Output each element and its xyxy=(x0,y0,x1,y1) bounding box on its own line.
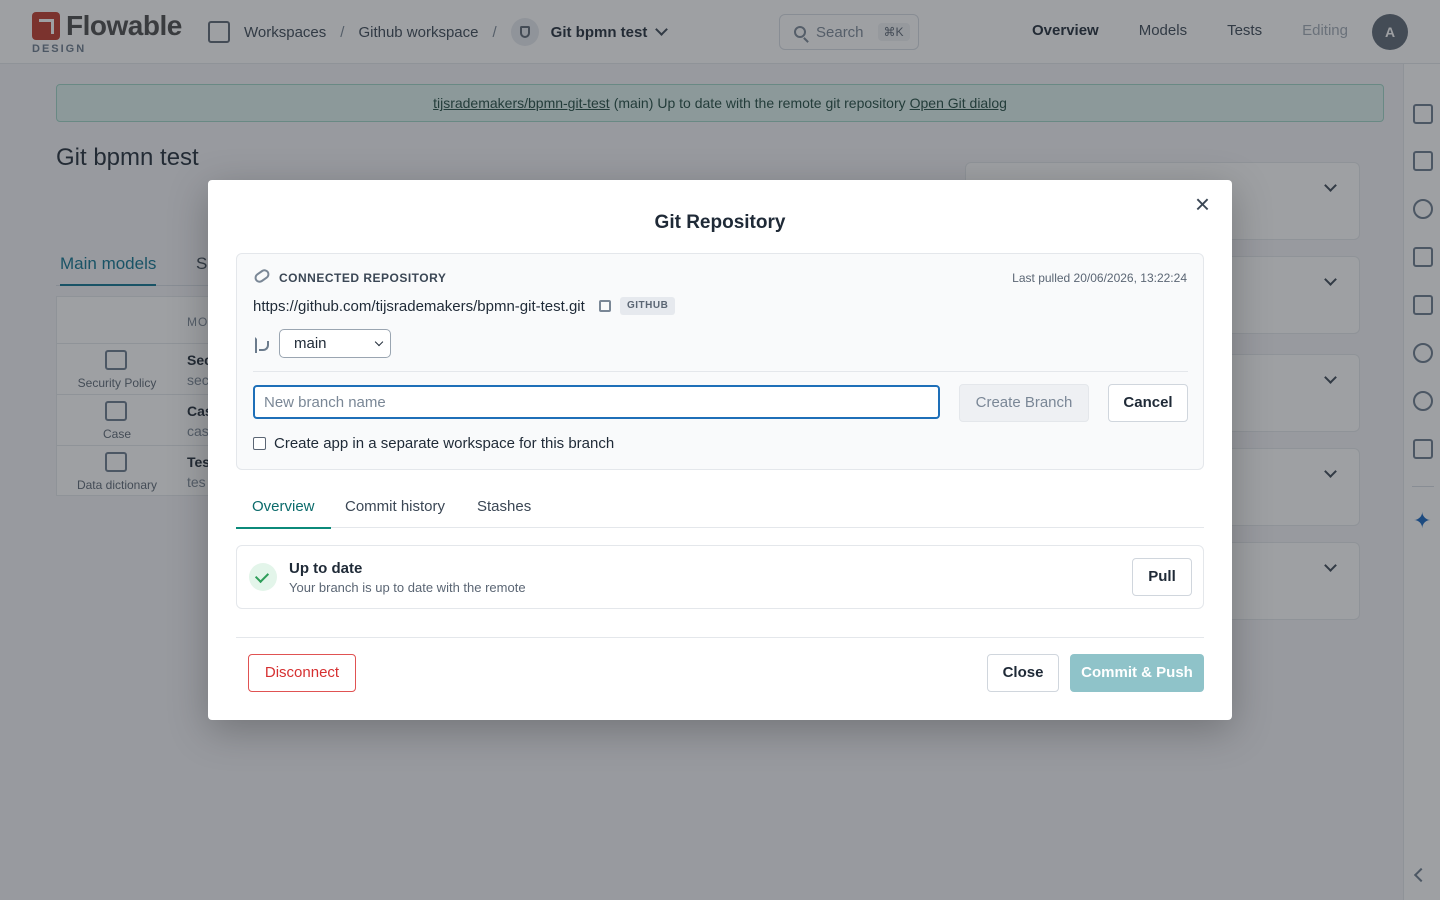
chevron-down-icon xyxy=(374,337,384,347)
pull-button[interactable]: Pull xyxy=(1132,558,1192,596)
dialog-title: Git Repository xyxy=(654,212,786,233)
repository-url: https://github.com/tijsrademakers/bpmn-g… xyxy=(253,298,585,315)
git-branch-icon xyxy=(255,337,269,353)
check-icon xyxy=(249,563,277,591)
new-branch-name-input[interactable] xyxy=(253,385,940,419)
tab-commit-history[interactable]: Commit history xyxy=(345,498,445,515)
branch-select-value: main xyxy=(294,335,327,352)
last-pulled-timestamp: Last pulled 20/06/2026, 13:22:24 xyxy=(1012,271,1187,285)
close-button[interactable]: Close xyxy=(987,654,1059,692)
separate-workspace-checkbox[interactable] xyxy=(253,437,266,450)
provider-badge: GITHUB xyxy=(620,297,676,315)
branch-select[interactable]: main xyxy=(279,329,391,358)
connected-repository-card: CONNECTED REPOSITORY Last pulled 20/06/2… xyxy=(236,253,1204,470)
cancel-button[interactable]: Cancel xyxy=(1108,384,1188,422)
status-title: Up to date xyxy=(289,560,363,577)
dialog-tabs: Overview Commit history Stashes xyxy=(236,490,1204,529)
connected-repository-label: CONNECTED REPOSITORY xyxy=(279,271,447,285)
separate-workspace-label[interactable]: Create app in a separate workspace for t… xyxy=(274,435,614,452)
link-icon xyxy=(252,267,272,285)
commit-push-button[interactable]: Commit & Push xyxy=(1070,654,1204,692)
tab-overview[interactable]: Overview xyxy=(236,498,331,529)
divider xyxy=(236,637,1204,638)
create-branch-button[interactable]: Create Branch xyxy=(959,384,1089,422)
git-repository-dialog: × Git Repository CONNECTED REPOSITORY La… xyxy=(208,180,1232,720)
sync-status-card: Up to date Your branch is up to date wit… xyxy=(236,545,1204,609)
divider xyxy=(253,371,1188,372)
status-description: Your branch is up to date with the remot… xyxy=(289,580,526,595)
disconnect-button[interactable]: Disconnect xyxy=(248,654,356,692)
tab-stashes[interactable]: Stashes xyxy=(477,498,531,515)
external-link-icon[interactable] xyxy=(599,300,611,312)
